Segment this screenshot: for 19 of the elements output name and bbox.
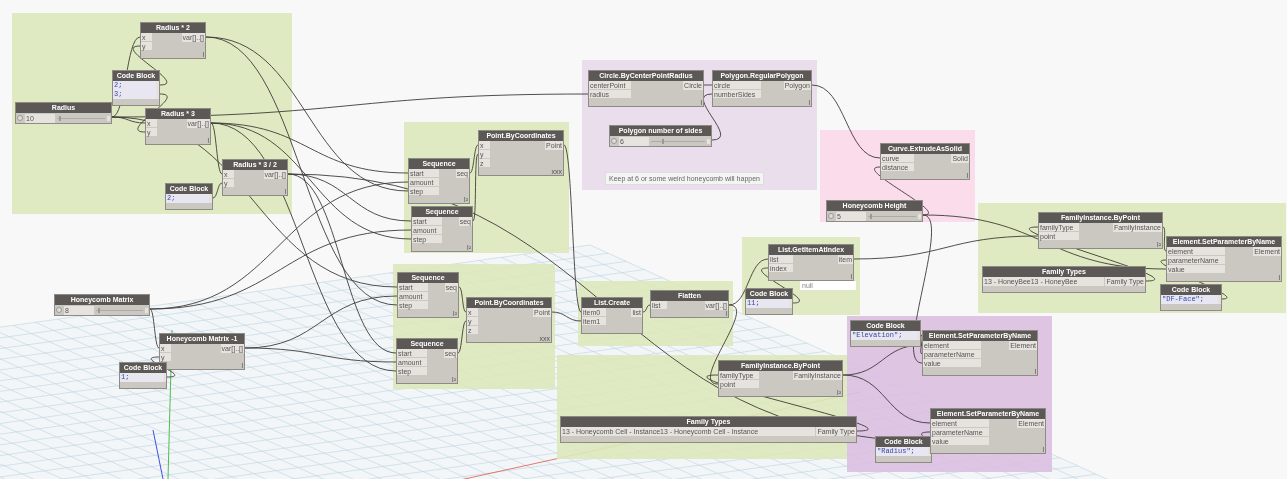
output-port-icon [789, 299, 792, 308]
output-port-icon [707, 138, 710, 144]
output-port-icon [209, 194, 212, 203]
slider-thumb[interactable] [59, 115, 62, 121]
z-axis-line [152, 429, 164, 479]
expand-icon[interactable] [828, 213, 834, 219]
output-port-icon [1218, 295, 1221, 304]
slider-thumb[interactable] [98, 307, 101, 313]
output-port-icon [107, 115, 110, 121]
expand-icon[interactable] [611, 138, 617, 144]
output-port-icon [917, 331, 920, 340]
slider-thumb[interactable] [661, 138, 664, 144]
output-port-icon [145, 307, 148, 313]
expand-icon[interactable] [17, 115, 23, 121]
expand-icon[interactable] [56, 307, 62, 313]
connector-wire [703, 84, 713, 86]
output-port-icon [918, 213, 921, 219]
slider-thumb[interactable] [870, 213, 873, 219]
output-port-icon [163, 373, 166, 382]
